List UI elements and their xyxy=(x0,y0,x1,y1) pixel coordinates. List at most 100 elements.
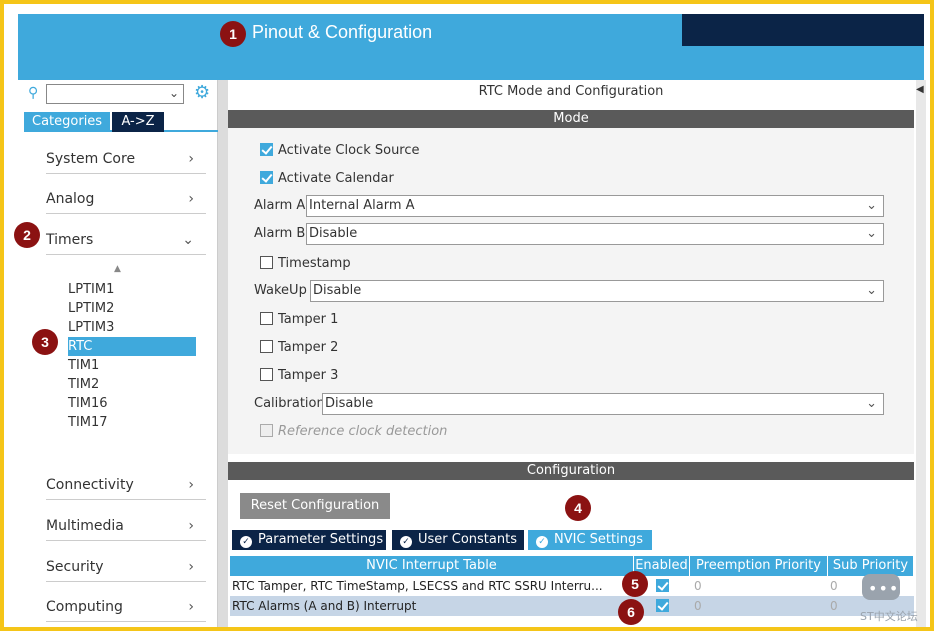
tab-user-constants[interactable]: ✓ User Constants xyxy=(392,530,524,550)
category-security[interactable]: Security › xyxy=(46,552,206,582)
select-value: Disable xyxy=(313,283,362,298)
tab-categories[interactable]: Categories xyxy=(24,112,111,132)
enabled-checkbox[interactable] xyxy=(656,579,669,592)
enabled-checkbox[interactable] xyxy=(656,599,669,612)
list-item-selected[interactable]: RTC xyxy=(68,337,196,356)
column-header[interactable]: NVIC Interrupt Table xyxy=(230,556,634,576)
watermark-text: ST中文论坛 xyxy=(860,610,918,623)
calibration-row: Calibration Disable ⌄ xyxy=(254,393,886,415)
checkbox-disabled xyxy=(260,424,273,437)
list-item[interactable]: LPTIM3 xyxy=(68,318,198,337)
preemption-priority[interactable]: 0 xyxy=(694,576,702,596)
header-dark-area xyxy=(682,14,924,46)
reference-clock-row: Reference clock detection xyxy=(260,423,447,441)
checkbox-label: Timestamp xyxy=(278,256,351,271)
annotation-badge: 2 xyxy=(14,222,40,248)
category-label: Computing xyxy=(46,599,123,615)
list-item[interactable]: LPTIM2 xyxy=(68,299,198,318)
table-row[interactable]: RTC Alarms (A and B) Interrupt 0 0 xyxy=(230,596,914,616)
chevron-down-icon: ⌄ xyxy=(866,198,877,213)
tab-a-z[interactable]: A->Z xyxy=(112,112,164,132)
watermark-logo: ••• ST中文论坛 xyxy=(860,560,928,627)
calibration-select[interactable]: Disable ⌄ xyxy=(322,393,884,415)
category-analog[interactable]: Analog › xyxy=(46,184,206,214)
wakeup-select[interactable]: Disable ⌄ xyxy=(310,280,884,302)
tamper3-row[interactable]: Tamper 3 xyxy=(260,367,338,385)
chevron-right-icon: › xyxy=(188,477,194,493)
check-circle-icon: ✓ xyxy=(400,536,412,548)
category-label: Connectivity xyxy=(46,477,134,493)
select-value: Disable xyxy=(325,396,374,411)
chevron-down-icon: ⌄ xyxy=(866,226,877,241)
chevron-down-icon: ⌄ xyxy=(866,396,877,411)
checkbox-label: Activate Clock Source xyxy=(278,143,420,158)
interrupt-name: RTC Alarms (A and B) Interrupt xyxy=(232,599,417,613)
config-panel: RTC Mode and Configuration Mode Activate… xyxy=(228,80,916,627)
activate-clock-source-row[interactable]: Activate Clock Source xyxy=(260,142,420,160)
list-item[interactable]: TIM2 xyxy=(68,375,198,394)
tab-parameter-settings[interactable]: ✓ Parameter Settings xyxy=(232,530,386,550)
sub-priority[interactable]: 0 xyxy=(830,596,838,616)
timers-list: LPTIM1 LPTIM2 LPTIM3 RTC TIM1 TIM2 TIM16… xyxy=(68,280,198,432)
tab-label: NVIC Settings xyxy=(554,532,643,547)
reset-configuration-button[interactable]: Reset Configuration xyxy=(240,493,390,519)
list-item[interactable]: TIM16 xyxy=(68,394,198,413)
alarm-b-row: Alarm B Disable ⌄ xyxy=(254,223,886,245)
field-label: Calibration xyxy=(254,396,325,411)
search-icon[interactable]: ⚲ xyxy=(28,86,42,100)
chevron-down-icon: ⌄ xyxy=(866,283,877,298)
alarm-a-row: Alarm A Internal Alarm A ⌄ xyxy=(254,195,886,217)
category-multimedia[interactable]: Multimedia › xyxy=(46,511,206,541)
list-item[interactable]: TIM1 xyxy=(68,356,198,375)
category-computing[interactable]: Computing › xyxy=(46,592,206,622)
configuration-header: Configuration xyxy=(228,462,914,480)
sub-priority[interactable]: 0 xyxy=(830,576,838,596)
sidebar: ⚲ ⌄ ⚙ Categories A->Z System Core › Anal… xyxy=(18,80,218,627)
activate-calendar-row[interactable]: Activate Calendar xyxy=(260,170,394,188)
category-connectivity[interactable]: Connectivity › xyxy=(46,470,206,500)
search-input[interactable]: ⌄ xyxy=(46,84,184,104)
checkbox-unchecked[interactable] xyxy=(260,340,273,353)
chevron-right-icon: › xyxy=(188,599,194,615)
preemption-priority[interactable]: 0 xyxy=(694,596,702,616)
chevron-right-icon: › xyxy=(188,151,194,167)
annotation-badge: 6 xyxy=(618,599,644,625)
annotation-badge: 1 xyxy=(220,21,246,47)
field-label: Alarm B xyxy=(254,226,306,241)
annotation-badge: 5 xyxy=(622,571,648,597)
checkbox-unchecked[interactable] xyxy=(260,368,273,381)
checkbox-checked[interactable] xyxy=(260,143,273,156)
category-label: Timers xyxy=(46,232,94,248)
header-title[interactable]: Pinout & Configuration xyxy=(252,22,432,43)
tamper2-row[interactable]: Tamper 2 xyxy=(260,339,338,357)
table-row[interactable]: RTC Tamper, RTC TimeStamp, LSECSS and RT… xyxy=(230,576,914,596)
field-label: Alarm A xyxy=(254,198,306,213)
chevron-down-icon[interactable]: ⌄ xyxy=(169,86,179,100)
scroll-up-icon[interactable]: ▲ xyxy=(114,264,121,274)
list-item[interactable]: TIM17 xyxy=(68,413,198,432)
tab-nvic-settings[interactable]: ✓ NVIC Settings xyxy=(528,530,652,550)
chevron-right-icon: › xyxy=(188,191,194,207)
checkbox-unchecked[interactable] xyxy=(260,256,273,269)
mode-area: Activate Clock Source Activate Calendar … xyxy=(228,128,914,454)
dots-icon: ••• xyxy=(868,579,900,598)
checkbox-checked[interactable] xyxy=(260,171,273,184)
column-header[interactable]: Preemption Priority xyxy=(690,556,828,576)
gear-icon[interactable]: ⚙ xyxy=(194,83,210,103)
tamper1-row[interactable]: Tamper 1 xyxy=(260,311,338,329)
list-item[interactable]: LPTIM1 xyxy=(68,280,198,299)
alarm-a-select[interactable]: Internal Alarm A ⌄ xyxy=(306,195,884,217)
category-system-core[interactable]: System Core › xyxy=(46,144,206,174)
checkbox-label: Tamper 1 xyxy=(278,312,339,327)
alarm-b-select[interactable]: Disable ⌄ xyxy=(306,223,884,245)
field-label: WakeUp xyxy=(254,283,307,298)
timestamp-row[interactable]: Timestamp xyxy=(260,255,351,273)
category-timers[interactable]: Timers ⌄ xyxy=(46,225,206,255)
vertical-scrollbar[interactable] xyxy=(916,80,926,627)
checkbox-unchecked[interactable] xyxy=(260,312,273,325)
category-label: Analog xyxy=(46,191,95,207)
collapse-arrow-icon[interactable]: ◀ xyxy=(916,84,924,95)
checkbox-label: Tamper 3 xyxy=(278,368,339,383)
panel-splitter[interactable] xyxy=(218,80,228,627)
category-label: Multimedia xyxy=(46,518,124,534)
